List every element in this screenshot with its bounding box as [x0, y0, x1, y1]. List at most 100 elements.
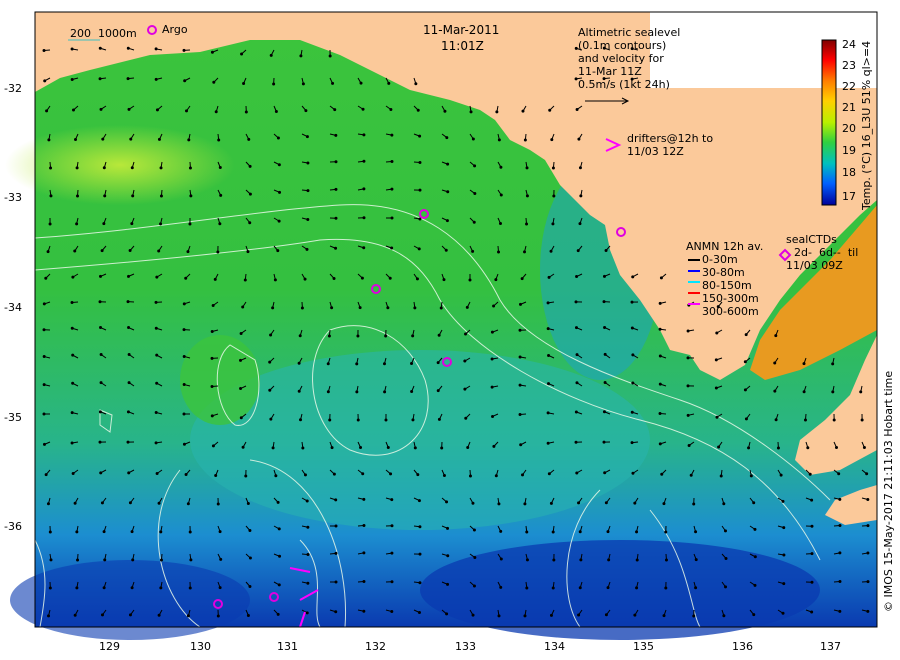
velocity-arrow-head — [185, 109, 189, 113]
velocity-arrow-head — [446, 554, 450, 558]
velocity-arrow-head — [70, 47, 74, 51]
velocity-arrow-head — [274, 474, 278, 478]
velocity-arrow-head — [332, 276, 336, 280]
velocity-arrow-head — [444, 248, 448, 252]
velocity-arrow-head — [102, 586, 106, 590]
velocity-arrow-head — [752, 613, 756, 617]
velocity-arrow-head — [49, 166, 53, 170]
velocity-arrow-head — [463, 359, 467, 363]
colorbar-tick: 22 — [842, 80, 856, 93]
velocity-arrow-head — [182, 383, 186, 387]
velocity-arrow-head — [418, 552, 422, 556]
velocity-arrow-head — [46, 250, 50, 254]
velocity-arrow-head — [390, 524, 394, 528]
velocity-arrow-head — [694, 558, 698, 562]
velocity-arrow-head — [782, 553, 786, 557]
velocity-arrow-head — [498, 221, 502, 225]
velocity-arrow-head — [417, 247, 421, 251]
velocity-arrow-head — [218, 530, 222, 534]
warm-patch-west — [5, 125, 235, 205]
velocity-arrow-head — [499, 193, 503, 197]
velocity-arrow-head — [248, 192, 252, 196]
velocity-arrow-head — [305, 135, 309, 139]
velocity-arrow-head — [210, 330, 214, 334]
velocity-arrow-head — [243, 278, 247, 282]
velocity-arrow-head — [356, 418, 360, 422]
velocity-arrow-head — [465, 305, 469, 309]
velocity-arrow-head — [494, 278, 498, 282]
velocity-arrow-head — [182, 354, 186, 358]
colorbar-tick: 21 — [842, 101, 856, 114]
velocity-arrow-head — [802, 390, 806, 394]
velocity-arrow-head — [692, 502, 696, 506]
velocity-arrow-head — [333, 108, 337, 112]
velocity-arrow-head — [127, 326, 131, 330]
velocity-arrow-head — [155, 275, 159, 279]
velocity-arrow-head — [306, 217, 310, 221]
velocity-arrow-head — [210, 414, 214, 418]
velocity-arrow-head — [389, 107, 393, 111]
velocity-arrow-head — [722, 502, 726, 506]
colorbar-title: Temp. (°C) 16_L3U 51% ql>=4 — [860, 40, 873, 210]
velocity-arrow-head — [362, 133, 366, 137]
velocity-arrow-head — [743, 360, 747, 364]
credit-text: © IMOS 15-May-2017 21:11:03 Hobart time — [882, 370, 895, 612]
velocity-arrow-head — [838, 609, 842, 613]
velocity-arrow-head — [418, 161, 422, 165]
velocity-arrow-head — [523, 250, 527, 254]
velocity-arrow-head — [499, 585, 503, 589]
velocity-arrow-head — [305, 499, 309, 503]
velocity-arrow-head — [440, 446, 444, 450]
velocity-arrow-head — [471, 613, 475, 617]
velocity-arrow-head — [499, 165, 503, 169]
velocity-arrow-head — [328, 54, 332, 58]
velocity-arrow-head — [630, 300, 634, 304]
velocity-arrow-head — [360, 276, 364, 280]
velocity-arrow-head — [574, 46, 578, 50]
velocity-arrow-head — [297, 389, 301, 393]
velocity-arrow-head — [862, 445, 866, 449]
velocity-arrow-head — [577, 137, 581, 141]
velocity-arrow-head — [802, 362, 806, 366]
velocity-arrow-head — [131, 194, 135, 198]
velocity-arrow-head — [602, 440, 606, 444]
velocity-arrow-head — [834, 445, 838, 449]
velocity-arrow-head — [635, 586, 639, 590]
velocity-arrow-head — [186, 614, 190, 618]
velocity-arrow-head — [334, 498, 338, 502]
velocity-arrow-head — [48, 222, 52, 226]
velocity-arrow-head — [602, 300, 606, 304]
velocity-arrow-head — [297, 361, 301, 365]
velocity-arrow-head — [47, 614, 51, 618]
velocity-arrow-head — [330, 446, 334, 450]
velocity-arrow-head — [362, 497, 366, 501]
drifters-legend: drifters@12h to 11/03 12Z — [627, 132, 714, 158]
velocity-arrow-head — [472, 584, 476, 588]
velocity-arrow-head — [126, 77, 130, 81]
velocity-arrow-head — [241, 305, 245, 309]
velocity-arrow-head — [159, 166, 163, 170]
velocity-arrow-head — [717, 445, 721, 449]
velocity-arrow-head — [714, 358, 718, 362]
colorbar-tick: 24 — [842, 38, 856, 51]
velocity-arrow-head — [211, 444, 215, 448]
velocity-arrow-head — [658, 354, 662, 358]
velocity-arrow-head — [630, 441, 634, 445]
velocity-arrow-head — [472, 220, 476, 224]
velocity-arrow-head — [574, 326, 578, 330]
velocity-arrow-head — [603, 325, 607, 329]
velocity-arrow-head — [390, 580, 394, 584]
velocity-arrow-head — [576, 249, 580, 253]
velocity-arrow-head — [189, 558, 193, 562]
velocity-arrow-head — [99, 326, 103, 330]
velocity-arrow-head — [436, 361, 440, 365]
velocity-arrow-head — [499, 529, 503, 533]
velocity-arrow-head — [186, 250, 190, 254]
velocity-arrow-head — [248, 585, 252, 589]
velocity-arrow-head — [269, 417, 273, 421]
velocity-arrow-head — [694, 530, 698, 534]
bathy-depth-1000: 1000m — [98, 27, 137, 40]
velocity-arrow-head — [418, 217, 422, 221]
velocity-arrow-head — [305, 611, 309, 615]
velocity-arrow-head — [607, 558, 611, 562]
